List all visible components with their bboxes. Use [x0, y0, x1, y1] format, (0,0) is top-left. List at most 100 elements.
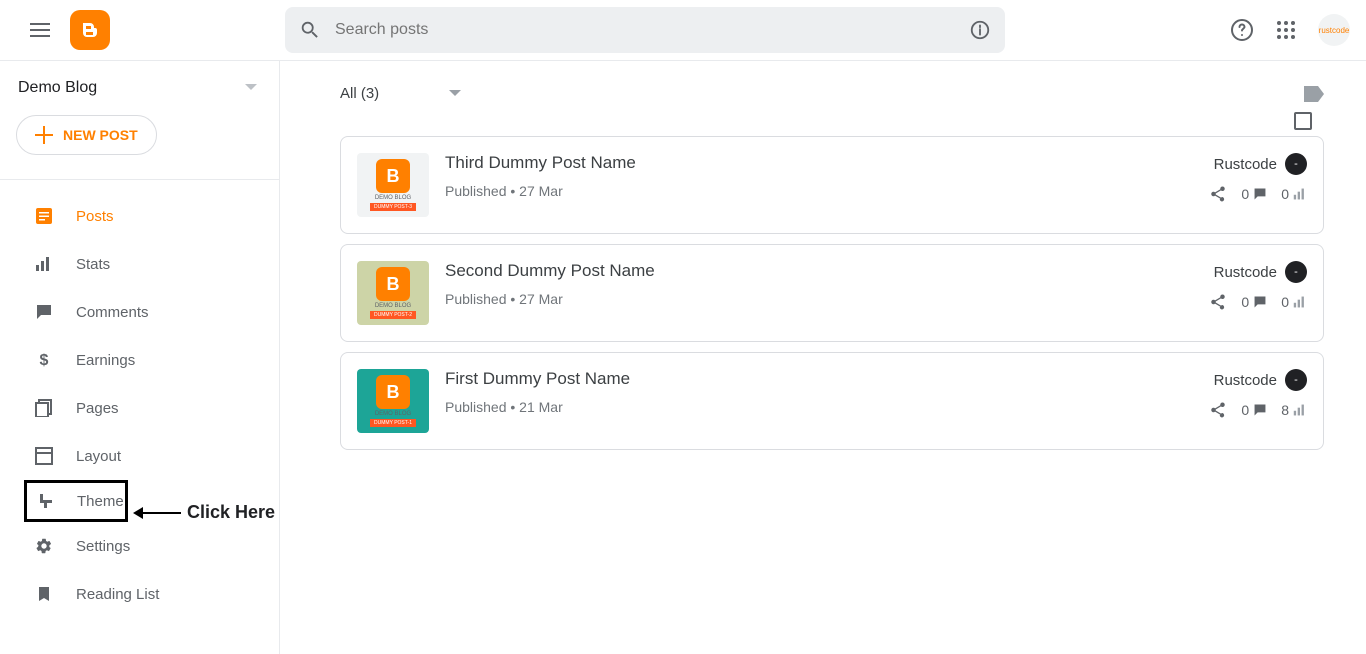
- posts-list: B DEMO BLOG DUMMY POST-3 Third Dummy Pos…: [340, 136, 1324, 450]
- comments-count[interactable]: 0: [1241, 294, 1267, 310]
- help-icon[interactable]: [1230, 18, 1254, 42]
- author-avatar: -: [1285, 369, 1307, 391]
- author-name: Rustcode: [1214, 264, 1277, 281]
- dropdown-icon: [449, 90, 461, 98]
- nav-label: Layout: [76, 448, 121, 465]
- plus-icon: [35, 126, 53, 144]
- post-meta: Published • 21 Mar: [445, 399, 1193, 415]
- thumb-logo-icon: B: [376, 159, 410, 193]
- main-content: All (3) B DEMO BLOG DUMMY POST-3 Third D…: [280, 61, 1366, 654]
- sidebar-item-posts[interactable]: Posts: [0, 192, 279, 240]
- post-info: Third Dummy Post Name Published • 27 Mar: [445, 153, 1193, 217]
- select-all-checkbox[interactable]: [1294, 112, 1312, 130]
- annotation-text: Click Here: [187, 502, 275, 523]
- blog-selector[interactable]: Demo Blog: [0, 79, 279, 97]
- nav-label: Comments: [76, 304, 149, 321]
- share-icon[interactable]: [1209, 293, 1227, 311]
- post-thumbnail: B DEMO BLOG DUMMY POST-2: [357, 261, 429, 325]
- apps-icon[interactable]: [1276, 20, 1296, 40]
- post-title: Third Dummy Post Name: [445, 153, 1193, 173]
- thumb-line1: DEMO BLOG: [375, 303, 411, 309]
- post-title: First Dummy Post Name: [445, 369, 1193, 389]
- filter-row: All (3): [340, 85, 1324, 102]
- sidebar: Demo Blog NEW POST Posts Stats Comments …: [0, 61, 280, 654]
- post-meta: Published • 27 Mar: [445, 183, 1193, 199]
- views-count[interactable]: 8: [1281, 402, 1307, 418]
- bookmark-icon: [34, 585, 54, 603]
- author-name: Rustcode: [1214, 156, 1277, 173]
- menu-button[interactable]: [16, 6, 64, 54]
- label-icon[interactable]: [1304, 86, 1324, 102]
- comments-count[interactable]: 0: [1241, 186, 1267, 202]
- author-row: Rustcode -: [1214, 261, 1307, 283]
- views-icon: [1293, 403, 1307, 417]
- svg-text:$: $: [40, 352, 49, 369]
- author-avatar: -: [1285, 261, 1307, 283]
- sidebar-item-layout[interactable]: Layout: [0, 432, 279, 480]
- sidebar-nav: Posts Stats Comments $ Earnings Pages La…: [0, 179, 279, 618]
- post-right: Rustcode - 0 8: [1209, 369, 1307, 433]
- stats-row: 0 0: [1209, 293, 1307, 311]
- post-card[interactable]: B DEMO BLOG DUMMY POST-1 First Dummy Pos…: [340, 352, 1324, 450]
- post-info: First Dummy Post Name Published • 21 Mar: [445, 369, 1193, 433]
- views-icon: [1293, 187, 1307, 201]
- thumb-line2: DUMMY POST-2: [370, 311, 416, 319]
- sidebar-item-reading-list[interactable]: Reading List: [0, 570, 279, 618]
- search-bar[interactable]: [285, 7, 1005, 53]
- settings-icon: [34, 537, 54, 555]
- annotation-click-here: Click Here: [135, 502, 275, 523]
- info-icon[interactable]: [969, 19, 991, 41]
- thumb-logo-icon: B: [376, 375, 410, 409]
- comment-icon: [1253, 295, 1267, 309]
- post-info: Second Dummy Post Name Published • 27 Ma…: [445, 261, 1193, 325]
- sidebar-item-earnings[interactable]: $ Earnings: [0, 336, 279, 384]
- sidebar-item-theme[interactable]: Theme: [24, 480, 128, 522]
- post-title: Second Dummy Post Name: [445, 261, 1193, 281]
- sidebar-item-pages[interactable]: Pages: [0, 384, 279, 432]
- thumb-line2: DUMMY POST-3: [370, 203, 416, 211]
- layout-icon: [34, 447, 54, 465]
- post-right: Rustcode - 0 0: [1209, 153, 1307, 217]
- nav-label: Reading List: [76, 586, 159, 603]
- filter-label: All (3): [340, 85, 379, 102]
- sidebar-item-settings[interactable]: Settings: [0, 522, 279, 570]
- stats-row: 0 0: [1209, 185, 1307, 203]
- post-thumbnail: B DEMO BLOG DUMMY POST-1: [357, 369, 429, 433]
- select-all-row: [340, 112, 1324, 130]
- sidebar-item-comments[interactable]: Comments: [0, 288, 279, 336]
- dropdown-icon: [245, 84, 257, 92]
- posts-icon: [34, 207, 54, 225]
- search-icon: [299, 19, 321, 41]
- views-count[interactable]: 0: [1281, 294, 1307, 310]
- views-icon: [1293, 295, 1307, 309]
- comments-icon: [34, 303, 54, 321]
- arrow-icon: [135, 512, 181, 514]
- comment-icon: [1253, 187, 1267, 201]
- stats-icon: [34, 255, 54, 273]
- share-icon[interactable]: [1209, 185, 1227, 203]
- post-thumbnail: B DEMO BLOG DUMMY POST-3: [357, 153, 429, 217]
- earnings-icon: $: [34, 351, 54, 369]
- user-avatar[interactable]: rustcode: [1318, 14, 1350, 46]
- nav-label: Pages: [76, 400, 119, 417]
- sidebar-item-stats[interactable]: Stats: [0, 240, 279, 288]
- post-card[interactable]: B DEMO BLOG DUMMY POST-2 Second Dummy Po…: [340, 244, 1324, 342]
- new-post-label: NEW POST: [63, 127, 138, 143]
- header-right: rustcode: [1230, 14, 1350, 46]
- logo-b-icon: [79, 19, 101, 41]
- comments-count[interactable]: 0: [1241, 402, 1267, 418]
- post-card[interactable]: B DEMO BLOG DUMMY POST-3 Third Dummy Pos…: [340, 136, 1324, 234]
- thumb-logo-icon: B: [376, 267, 410, 301]
- blogger-logo[interactable]: [70, 10, 110, 50]
- search-input[interactable]: [335, 21, 969, 39]
- hamburger-icon: [30, 23, 50, 37]
- nav-label: Theme: [77, 493, 124, 510]
- filter-dropdown[interactable]: All (3): [340, 85, 461, 102]
- share-icon[interactable]: [1209, 401, 1227, 419]
- thumb-line2: DUMMY POST-1: [370, 419, 416, 427]
- views-count[interactable]: 0: [1281, 186, 1307, 202]
- new-post-button[interactable]: NEW POST: [16, 115, 157, 155]
- author-row: Rustcode -: [1214, 369, 1307, 391]
- thumb-line1: DEMO BLOG: [375, 411, 411, 417]
- nav-label: Posts: [76, 208, 114, 225]
